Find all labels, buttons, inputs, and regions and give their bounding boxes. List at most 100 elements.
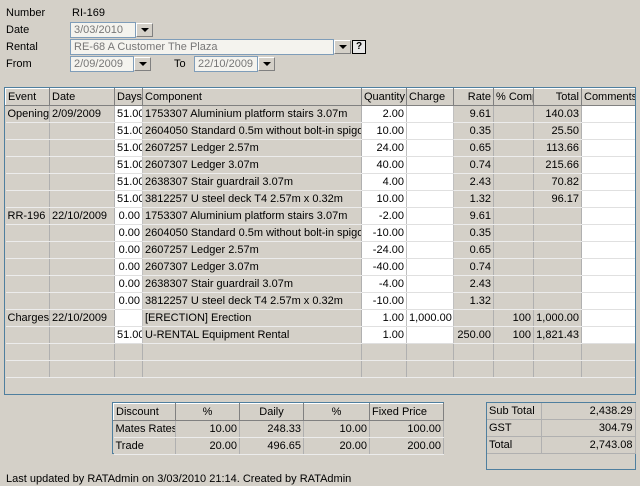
discount-col-daily[interactable]: Daily — [239, 403, 304, 421]
cell-charge[interactable] — [406, 207, 454, 225]
col-header-charge[interactable]: Charge — [406, 88, 454, 106]
discount-col-pct[interactable]: % — [175, 403, 240, 421]
cell-days[interactable]: 51.00 — [114, 173, 143, 191]
cell-comments[interactable] — [581, 309, 635, 327]
cell-days[interactable]: 51.00 — [114, 122, 143, 140]
cell-days[interactable]: 0.00 — [114, 207, 143, 225]
cell-comments[interactable] — [581, 156, 635, 174]
discount-col-discount[interactable]: Discount — [113, 403, 176, 421]
table-row[interactable]: 51.00 3812257 U steel deck T4 2.57m x 0.3… — [5, 190, 635, 208]
col-header-event[interactable]: Event — [5, 88, 50, 106]
cell-total: 96.17 — [533, 190, 582, 208]
rental-dropdown-icon[interactable] — [334, 40, 351, 54]
cell-quantity[interactable]: 4.00 — [361, 173, 407, 191]
cell-days[interactable]: 0.00 — [114, 292, 143, 310]
cell-days[interactable]: 51.00 — [114, 105, 143, 123]
cell-charge[interactable] — [406, 275, 454, 293]
table-row[interactable]: RR-196 22/10/2009 0.00 1753307 Aluminium pl… — [5, 207, 635, 225]
cell-days[interactable] — [114, 309, 143, 327]
cell-days[interactable]: 51.00 — [114, 190, 143, 208]
col-header-pct-comp[interactable]: % Comp — [493, 88, 534, 106]
cell-comments[interactable] — [581, 105, 635, 123]
from-field[interactable]: 2/09/2009 — [70, 56, 134, 72]
cell-comments[interactable] — [581, 258, 635, 276]
table-row[interactable]: Charges 22/10/2009 [ERECTION] Erection 1.00… — [5, 309, 635, 327]
cell-charge[interactable] — [406, 224, 454, 242]
cell-charge[interactable] — [406, 173, 454, 191]
cell-quantity[interactable]: 1.00 — [361, 326, 407, 344]
cell-quantity[interactable]: 10.00 — [361, 122, 407, 140]
cell-charge[interactable] — [406, 292, 454, 310]
table-row[interactable]: 0.00 2638307 Stair guardrail 3.07m -4.00 2.… — [5, 275, 635, 293]
table-row[interactable]: 51.00 2607307 Ledger 3.07m 40.00 0.74 215.66 — [5, 156, 635, 174]
cell-quantity[interactable]: -24.00 — [361, 241, 407, 259]
cell-charge[interactable] — [406, 105, 454, 123]
cell-quantity[interactable]: 24.00 — [361, 139, 407, 157]
discount-col-pct2[interactable]: % — [303, 403, 370, 421]
to-field[interactable]: 22/10/2009 — [194, 56, 258, 72]
cell-days[interactable]: 0.00 — [114, 275, 143, 293]
cell-days[interactable]: 0.00 — [114, 258, 143, 276]
from-dropdown-icon[interactable] — [134, 57, 151, 71]
col-header-comments[interactable]: Comments — [581, 88, 635, 106]
cell-charge[interactable] — [406, 139, 454, 157]
cell-days[interactable]: 51.00 — [114, 326, 143, 344]
cell-comments[interactable] — [581, 275, 635, 293]
cell-comments[interactable] — [581, 122, 635, 140]
cell-quantity[interactable]: 1.00 — [361, 309, 407, 327]
cell-comments[interactable] — [581, 292, 635, 310]
cell-charge[interactable]: 1,000.00 — [406, 309, 454, 327]
discount-col-fixed-price[interactable]: Fixed Price — [369, 403, 444, 421]
col-header-rate[interactable]: Rate — [453, 88, 494, 106]
table-row[interactable]: 0.00 2607257 Ledger 2.57m -24.00 0.65 — [5, 241, 635, 259]
col-header-date[interactable]: Date — [49, 88, 115, 106]
cell-quantity[interactable]: -10.00 — [361, 292, 407, 310]
col-header-quantity[interactable]: Quantity — [361, 88, 407, 106]
cell-charge[interactable] — [406, 190, 454, 208]
table-row[interactable]: 0.00 2607307 Ledger 3.07m -40.00 0.74 — [5, 258, 635, 276]
cell-quantity[interactable]: 10.00 — [361, 190, 407, 208]
cell-charge[interactable] — [406, 326, 454, 344]
discount-cell-name: Trade — [113, 437, 176, 455]
cell-quantity[interactable]: 2.00 — [361, 105, 407, 123]
cell-total — [533, 258, 582, 276]
cell-days[interactable]: 0.00 — [114, 241, 143, 259]
col-header-component[interactable]: Component — [142, 88, 362, 106]
col-header-days[interactable]: Days — [114, 88, 143, 106]
date-dropdown-icon[interactable] — [136, 23, 153, 37]
cell-quantity[interactable]: -10.00 — [361, 224, 407, 242]
rental-help-button[interactable]: ? — [352, 40, 366, 54]
cell-charge[interactable] — [406, 258, 454, 276]
cell-comments[interactable] — [581, 224, 635, 242]
line-items-grid[interactable]: Event Date Days Component Quantity Charg… — [4, 87, 636, 395]
table-row[interactable]: 51.00 2638307 Stair guardrail 3.07m 4.00 2.… — [5, 173, 635, 191]
cell-days[interactable]: 0.00 — [114, 224, 143, 242]
table-row[interactable]: Opening 2/09/2009 51.00 1753307 Aluminium p… — [5, 105, 635, 123]
cell-days[interactable]: 51.00 — [114, 139, 143, 157]
table-row[interactable]: 51.00 2607257 Ledger 2.57m 24.00 0.65 113.66 — [5, 139, 635, 157]
cell-comments[interactable] — [581, 326, 635, 344]
discount-row[interactable]: Trade 20.00 496.65 20.00 200.00 — [113, 437, 444, 455]
discount-row[interactable]: Mates Rates 10.00 248.33 10.00 100.00 — [113, 420, 444, 438]
cell-comments[interactable] — [581, 190, 635, 208]
rental-field[interactable]: RE-68 A Customer The Plaza — [70, 39, 334, 55]
cell-quantity[interactable]: -2.00 — [361, 207, 407, 225]
table-row[interactable]: 51.00 U-RENTAL Equipment Rental 1.00 250.00… — [5, 326, 635, 344]
table-row[interactable]: 0.00 2604050 Standard 0.5m without bolt-i… — [5, 224, 635, 242]
to-dropdown-icon[interactable] — [258, 57, 275, 71]
table-row[interactable]: 51.00 2604050 Standard 0.5m without bolt-… — [5, 122, 635, 140]
cell-quantity[interactable]: -40.00 — [361, 258, 407, 276]
cell-comments[interactable] — [581, 139, 635, 157]
col-header-total[interactable]: Total — [533, 88, 582, 106]
cell-comments[interactable] — [581, 173, 635, 191]
cell-charge[interactable] — [406, 156, 454, 174]
cell-charge[interactable] — [406, 241, 454, 259]
cell-quantity[interactable]: -4.00 — [361, 275, 407, 293]
cell-comments[interactable] — [581, 241, 635, 259]
cell-comments[interactable] — [581, 207, 635, 225]
cell-quantity[interactable]: 40.00 — [361, 156, 407, 174]
date-field[interactable]: 3/03/2010 — [70, 22, 136, 38]
cell-days[interactable]: 51.00 — [114, 156, 143, 174]
table-row[interactable]: 0.00 3812257 U steel deck T4 2.57m x 0.32… — [5, 292, 635, 310]
cell-charge[interactable] — [406, 122, 454, 140]
